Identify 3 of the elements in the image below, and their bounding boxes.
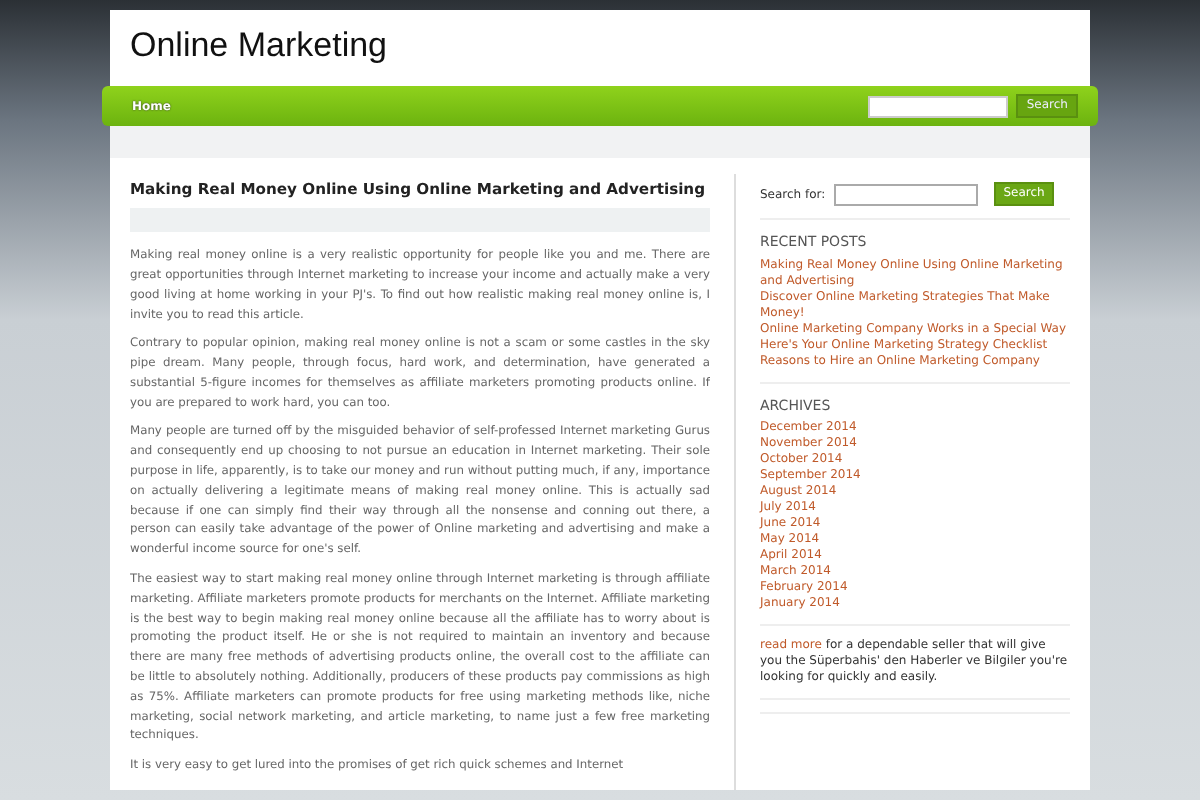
search-field[interactable] <box>868 95 1009 117</box>
search-field[interactable] <box>833 183 978 205</box>
site-title: Online Marketing <box>130 26 390 67</box>
